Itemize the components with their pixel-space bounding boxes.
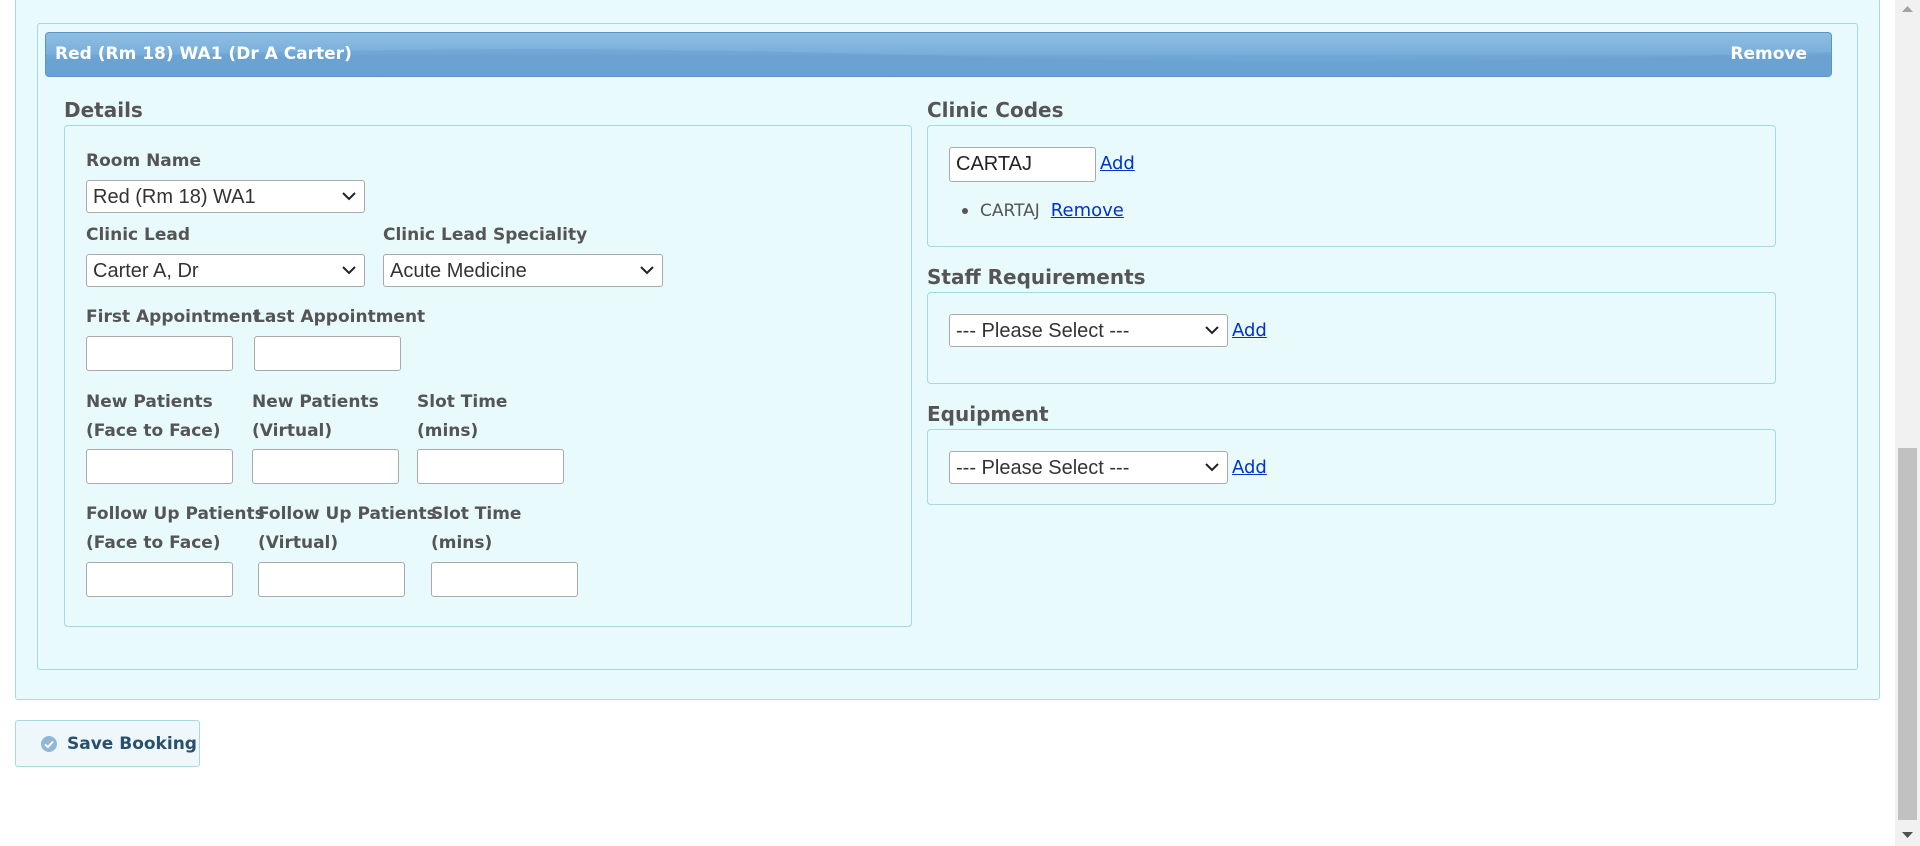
followup-virtual-label-line2: (Virtual): [258, 533, 339, 553]
save-booking-button[interactable]: Save Booking: [15, 720, 200, 767]
remove-clinic-code-link[interactable]: Remove: [1051, 200, 1124, 221]
clinic-lead-select[interactable]: Carter A, Dr: [86, 254, 365, 287]
followup-f2f-label: Follow Up Patients (Face to Face): [86, 500, 265, 558]
staff-requirements-title: Staff Requirements: [927, 265, 1146, 289]
clinic-code-list-item: CARTAJ Remove: [962, 200, 1124, 221]
add-equipment-link[interactable]: Add: [1232, 457, 1267, 478]
first-appointment-label: First Appointment: [86, 307, 261, 327]
clinic-codes-title: Clinic Codes: [927, 98, 1064, 122]
bullet-icon: [962, 207, 968, 214]
new-patients-f2f-label-line1: New Patients: [86, 392, 213, 412]
new-slot-time-label: Slot Time (mins): [417, 388, 507, 446]
new-patients-f2f-label: New Patients (Face to Face): [86, 388, 221, 446]
followup-slot-time-input[interactable]: [431, 562, 578, 597]
last-appointment-label: Last Appointment: [254, 307, 426, 327]
new-slot-time-input[interactable]: [417, 449, 564, 484]
clinic-codes-panel: [927, 125, 1776, 247]
clinic-lead-select-wrap[interactable]: Carter A, Dr: [86, 254, 365, 287]
room-header-bar: Red (Rm 18) WA1 (Dr A Carter) Remove: [45, 32, 1832, 77]
new-patients-f2f-label-line2: (Face to Face): [86, 421, 221, 441]
followup-slot-time-label: Slot Time (mins): [431, 500, 521, 558]
followup-f2f-label-line1: Follow Up Patients: [86, 504, 265, 524]
new-slot-time-label-line2: (mins): [417, 421, 479, 441]
remove-room-button[interactable]: Remove: [1730, 44, 1807, 64]
new-patients-virtual-input[interactable]: [252, 449, 399, 484]
equipment-title: Equipment: [927, 402, 1049, 426]
clinic-code-input[interactable]: [949, 147, 1096, 182]
equipment-select-wrap[interactable]: --- Please Select ---: [949, 451, 1228, 484]
followup-virtual-input[interactable]: [258, 562, 405, 597]
equipment-select[interactable]: --- Please Select ---: [949, 451, 1228, 484]
followup-slot-time-label-line2: (mins): [431, 533, 493, 553]
details-title: Details: [64, 98, 143, 122]
save-booking-label: Save Booking: [67, 733, 197, 754]
add-staff-requirement-link[interactable]: Add: [1232, 320, 1267, 341]
new-patients-virtual-label-line1: New Patients: [252, 392, 379, 412]
new-slot-time-label-line1: Slot Time: [417, 392, 508, 412]
clinic-lead-speciality-label: Clinic Lead Speciality: [383, 225, 588, 245]
followup-slot-time-label-line1: Slot Time: [431, 504, 522, 524]
room-header-title: Red (Rm 18) WA1 (Dr A Carter): [55, 44, 352, 64]
followup-f2f-label-line2: (Face to Face): [86, 533, 221, 553]
clinic-lead-speciality-select-wrap[interactable]: Acute Medicine: [383, 254, 663, 287]
followup-virtual-label-line1: Follow Up Patients: [258, 504, 437, 524]
followup-virtual-label: Follow Up Patients (Virtual): [258, 500, 437, 558]
first-appointment-input[interactable]: [86, 336, 233, 371]
clinic-lead-speciality-select[interactable]: Acute Medicine: [383, 254, 663, 287]
new-patients-f2f-input[interactable]: [86, 449, 233, 484]
last-appointment-input[interactable]: [254, 336, 401, 371]
new-patients-virtual-label: New Patients (Virtual): [252, 388, 379, 446]
followup-f2f-input[interactable]: [86, 562, 233, 597]
add-clinic-code-link[interactable]: Add: [1100, 153, 1135, 174]
staff-requirements-select-wrap[interactable]: --- Please Select ---: [949, 314, 1228, 347]
scrollbar-thumb[interactable]: [1898, 448, 1917, 820]
scroll-up-arrow-icon[interactable]: [1902, 5, 1913, 13]
room-name-label: Room Name: [86, 151, 202, 171]
check-circle-icon: [41, 735, 57, 752]
room-name-select[interactable]: Red (Rm 18) WA1: [86, 180, 365, 213]
clinic-code-value: CARTAJ: [980, 200, 1040, 221]
staff-requirements-select[interactable]: --- Please Select ---: [949, 314, 1228, 347]
scroll-down-arrow-icon[interactable]: [1902, 831, 1913, 839]
new-patients-virtual-label-line2: (Virtual): [252, 421, 333, 441]
room-name-select-wrap[interactable]: Red (Rm 18) WA1: [86, 180, 365, 213]
clinic-lead-label: Clinic Lead: [86, 225, 191, 245]
